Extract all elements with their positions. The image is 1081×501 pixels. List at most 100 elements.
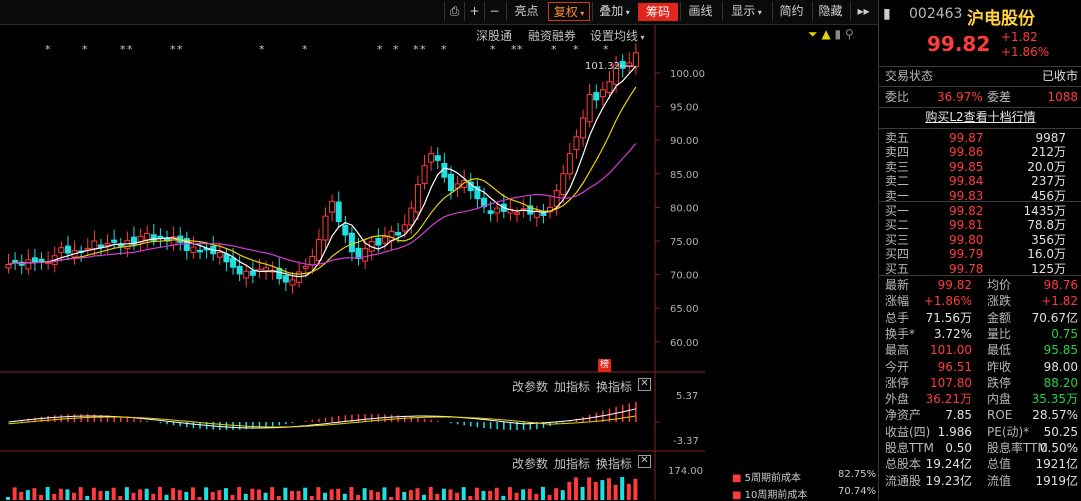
- filter-icon[interactable]: ⏷: [808, 27, 818, 41]
- bell-icon[interactable]: ▲: [821, 27, 830, 41]
- candle-body: [25, 259, 32, 270]
- volume-bar: [78, 487, 83, 500]
- volume-bar: [402, 491, 407, 500]
- link-connect[interactable]: 深股通: [476, 27, 512, 44]
- volume-bar: [349, 487, 354, 500]
- candle-body: [58, 247, 65, 253]
- stock-code: 002463: [909, 6, 963, 22]
- toolbar-display-button[interactable]: 显示 ▾: [722, 2, 770, 21]
- stat-label: 量比: [987, 326, 1012, 341]
- zoom-in-icon[interactable]: +: [464, 2, 484, 21]
- chip-icons[interactable]: ⏷ ▲ ▮ ⚲: [808, 27, 854, 42]
- volume-bar: [415, 488, 420, 500]
- volume-bar: [494, 487, 499, 500]
- status-value: 已收市: [1041, 69, 1078, 83]
- volume-bar: [316, 487, 321, 500]
- volume-bar: [356, 494, 361, 500]
- candle-body: [315, 239, 322, 261]
- weibi-value: 36.97%: [937, 90, 983, 104]
- stat-label: 流值: [987, 473, 1012, 488]
- volume-bar: [65, 489, 70, 500]
- event-star-icon: *: [259, 43, 265, 56]
- stat-value: 96.51: [937, 359, 972, 374]
- volume-bar: [441, 488, 446, 500]
- stat-value: 19.24亿: [925, 457, 972, 472]
- candle-body: [381, 236, 388, 244]
- search-icon[interactable]: ⚲: [845, 27, 854, 41]
- volume-bar: [329, 489, 334, 500]
- stat-label: 总手: [885, 310, 910, 325]
- sub2-swap[interactable]: 换指标: [596, 455, 632, 472]
- event-star-icon: *: [603, 43, 609, 56]
- candle-body: [124, 239, 131, 250]
- stat-row: 总手 71.56万 金额 70.67亿: [879, 310, 1081, 326]
- candle-body: [580, 117, 587, 139]
- stat-value: 19.23亿: [925, 473, 972, 488]
- event-star-icon: *: [393, 43, 399, 56]
- candle-body: [12, 260, 19, 263]
- volume-bar: [342, 493, 347, 500]
- toolbar-simple-button[interactable]: 简约: [772, 2, 810, 21]
- event-star-icon: *: [441, 43, 447, 56]
- volume-bar: [461, 487, 466, 500]
- toolbar-hide-button[interactable]: 隐藏: [812, 2, 848, 21]
- toolbar-draw-button[interactable]: 画线: [680, 2, 720, 21]
- volume-bar: [507, 487, 512, 500]
- volume-bar: [448, 489, 453, 500]
- stat-row: 今开 96.51 昨收 98.00: [879, 359, 1081, 375]
- candle-body: [408, 207, 415, 226]
- volume-bar: [633, 478, 638, 500]
- link-margin[interactable]: 融资融券: [528, 27, 576, 44]
- volume-bar: [620, 477, 625, 500]
- expand-icon[interactable]: ▸▸: [850, 2, 876, 21]
- candle-body: [494, 207, 501, 214]
- stat-label: 总股本: [885, 457, 922, 472]
- close-icon[interactable]: ✕: [638, 378, 651, 391]
- toolbar-highlight-button[interactable]: 亮点: [506, 2, 546, 21]
- menu-icon[interactable]: ▮: [883, 6, 891, 22]
- candle-body: [428, 153, 435, 163]
- volume-bar: [375, 491, 380, 500]
- quote-panel: ▮ 002463 沪电股份 99.82 +1.82 +1.86% 交易状态 已收…: [878, 0, 1081, 500]
- stock-change: +1.82: [1001, 30, 1038, 44]
- candle-body: [190, 246, 197, 253]
- stat-value: +1.86%: [923, 294, 972, 309]
- toolbar-chips-button[interactable]: 筹码: [638, 3, 678, 21]
- sub1-params[interactable]: 改参数: [512, 378, 548, 395]
- zoom-out-icon[interactable]: −: [484, 2, 504, 21]
- volume-bar: [250, 488, 255, 500]
- stat-value: 95.85: [1043, 343, 1078, 358]
- volume-bar: [468, 495, 473, 500]
- volume-bar: [289, 490, 294, 500]
- rank-badge[interactable]: 榜: [598, 359, 611, 372]
- divider: [879, 66, 1081, 67]
- stat-row: 最高 101.00 最低 95.85: [879, 342, 1081, 358]
- toolbar-overlay-button[interactable]: 叠加 ▾: [592, 2, 636, 21]
- l2-link[interactable]: 购买L2查看十档行情: [879, 109, 1081, 125]
- toolbar-adjust-button[interactable]: 复权 ▾: [548, 2, 590, 21]
- volume-bar: [98, 490, 103, 500]
- stat-label: PE(动)*: [987, 424, 1030, 439]
- sub2-params[interactable]: 改参数: [512, 455, 548, 472]
- stock-price: 99.82: [927, 32, 991, 56]
- close-icon[interactable]: ✕: [638, 455, 651, 468]
- candle-body: [434, 155, 441, 161]
- volume-bar: [606, 478, 611, 500]
- volume-bar: [296, 490, 301, 500]
- sub1-swap[interactable]: 换指标: [596, 378, 632, 395]
- sub1-add[interactable]: 加指标: [554, 378, 590, 395]
- candle-body: [599, 89, 606, 98]
- volume-bar: [230, 494, 235, 500]
- lock-icon[interactable]: ⎙: [444, 2, 464, 21]
- stat-label: 涨跌: [987, 294, 1012, 309]
- kline-chart[interactable]: 100.00 95.00 90.00 85.00 80.00 75.00 70.00 65.0…: [0, 25, 705, 500]
- link-ma-settings[interactable]: 设置均线 ▾: [590, 27, 645, 44]
- event-star-icon: *: [413, 43, 419, 56]
- volume-bar: [580, 486, 585, 500]
- flag-icon[interactable]: ▮: [835, 27, 842, 41]
- candle-body: [263, 267, 270, 272]
- volume-bar: [336, 488, 341, 500]
- volume-bar: [223, 488, 228, 500]
- stat-label: 收益(四): [885, 424, 931, 439]
- sub2-add[interactable]: 加指标: [554, 455, 590, 472]
